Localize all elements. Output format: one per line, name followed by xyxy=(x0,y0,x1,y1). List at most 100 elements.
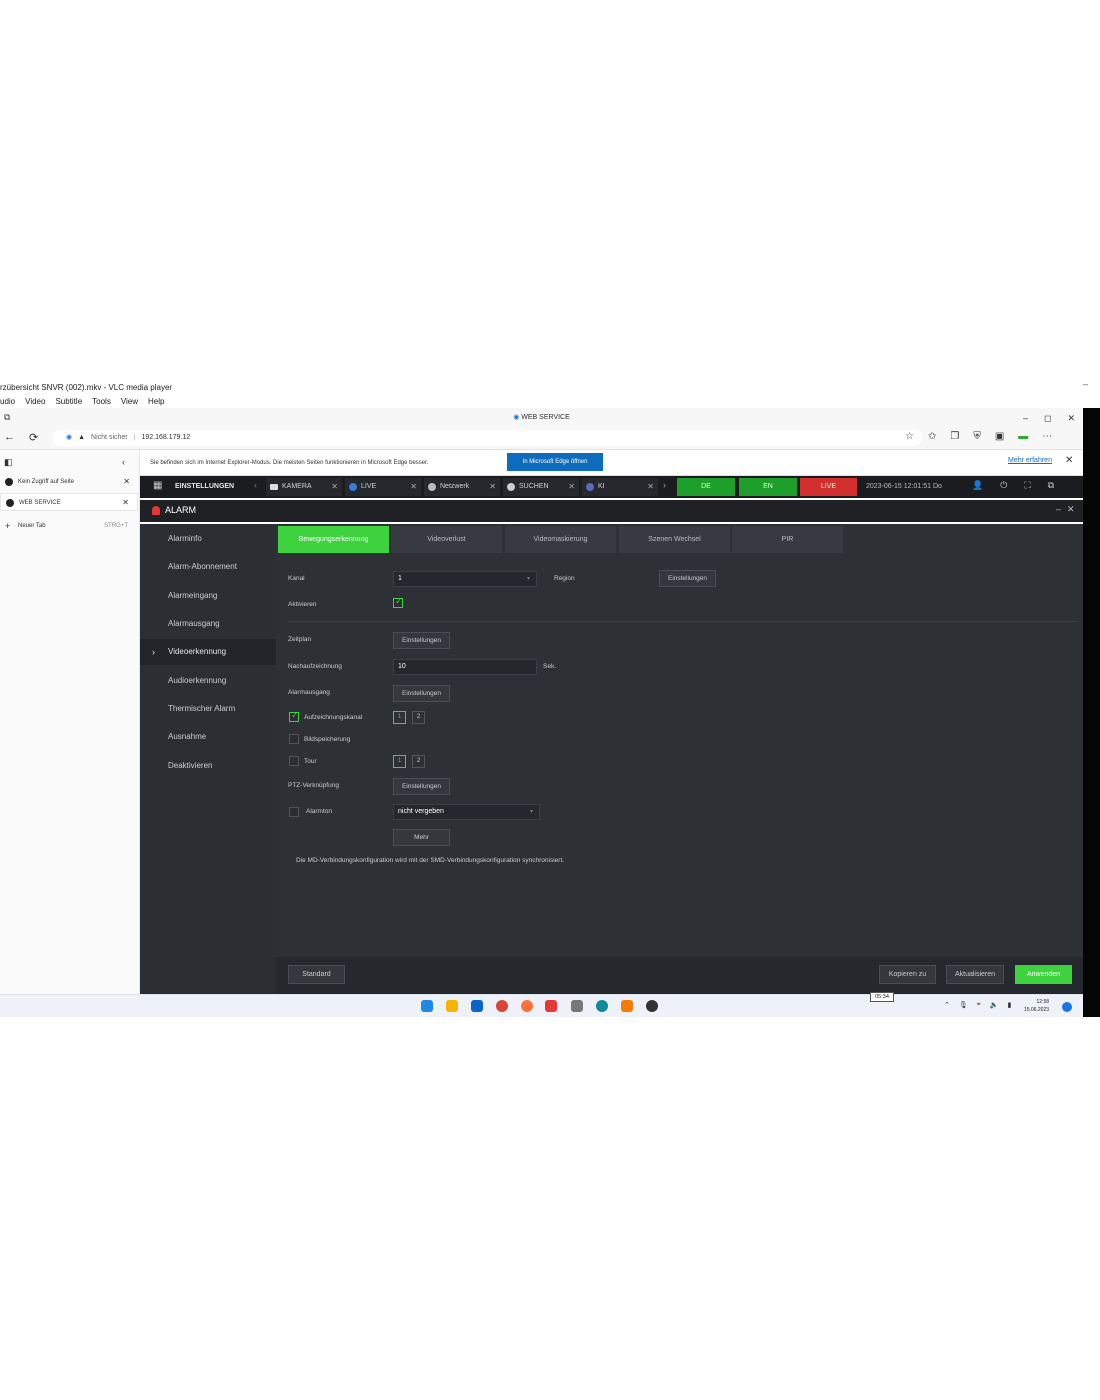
battery-icon[interactable]: ▮ xyxy=(1007,1001,1011,1009)
chevron-up-icon[interactable]: ⌃ xyxy=(944,1001,950,1009)
vlc-menu-video[interactable]: Video xyxy=(25,396,45,408)
subtab-bewegungserkennung[interactable]: Bewegungserkennung xyxy=(278,526,389,553)
alarmausgang-settings-button[interactable]: Einstellungen xyxy=(393,685,450,702)
main-tab-settings[interactable]: EINSTELLUNGEN xyxy=(175,483,234,490)
subtab-szenen-wechsel[interactable]: Szenen Wechsel xyxy=(619,526,730,553)
mehr-button[interactable]: Mehr xyxy=(393,829,450,846)
aufzeichnungskanal-checkbox[interactable] xyxy=(289,710,299,722)
close-icon[interactable]: ✕ xyxy=(410,478,417,496)
close-icon[interactable]: ✕ xyxy=(568,478,575,496)
minimize-icon[interactable]: – xyxy=(1056,504,1061,515)
url-text[interactable]: 192.168.179.12 xyxy=(141,430,190,446)
tab-netzwerk[interactable]: Netzwerk ✕ xyxy=(424,478,500,496)
minimize-button[interactable]: – xyxy=(1023,413,1028,423)
menu-item-alarm-abonnement[interactable]: Alarm-Abonnement xyxy=(140,554,276,580)
aktivieren-checkbox[interactable] xyxy=(393,596,403,608)
favorites-icon[interactable]: ✩ xyxy=(928,431,936,442)
taskbar-clock[interactable]: 12:58 15.06.2023 xyxy=(1024,998,1049,1014)
close-button[interactable]: ✕ xyxy=(1067,413,1075,424)
lang-en-button[interactable]: EN xyxy=(739,478,797,496)
vlc-icon[interactable] xyxy=(621,1000,633,1012)
grid-menu-icon[interactable]: ▦ xyxy=(153,480,162,491)
close-icon[interactable]: ✕ xyxy=(489,478,496,496)
fullscreen-icon[interactable]: ⛶ xyxy=(1024,480,1030,491)
side-tab-web-service[interactable]: WEB SERVICE ✕ xyxy=(0,493,138,511)
edge-icon[interactable] xyxy=(596,1000,608,1012)
close-icon[interactable]: ✕ xyxy=(1067,504,1075,515)
power-icon[interactable]: ⏻ xyxy=(1000,480,1007,491)
vlc-menu-audio[interactable]: udio xyxy=(0,396,15,408)
close-icon[interactable]: ✕ xyxy=(331,478,338,496)
tour-channel-1[interactable]: 1 xyxy=(393,755,406,768)
network-icon[interactable]: ⌖ xyxy=(977,1001,981,1009)
close-icon[interactable]: ✕ xyxy=(1065,455,1073,466)
battery-icon[interactable]: ▬ xyxy=(1018,431,1028,442)
side-tab-no-access[interactable]: Kein Zugriff auf Seite ✕ xyxy=(0,473,138,491)
app-icon[interactable] xyxy=(571,1000,583,1012)
firefox-icon[interactable] xyxy=(521,1000,533,1012)
app-dark-icon[interactable] xyxy=(646,1000,658,1012)
subtab-videoverlust[interactable]: Videoverlust xyxy=(391,526,502,553)
close-icon[interactable]: ✕ xyxy=(123,473,130,491)
vlc-menu-subtitle[interactable]: Subtitle xyxy=(55,396,82,408)
alarmton-select[interactable]: nicht vergeben ▾ xyxy=(393,804,540,820)
menu-item-deaktivieren[interactable]: Deaktivieren xyxy=(140,753,276,779)
tab-ki[interactable]: KI ✕ xyxy=(582,478,658,496)
tabs-next-icon[interactable]: › xyxy=(663,480,666,490)
standard-button[interactable]: Standard xyxy=(288,965,345,984)
tab-live[interactable]: LIVE ✕ xyxy=(345,478,421,496)
menu-item-thermischer-alarm[interactable]: Thermischer Alarm xyxy=(140,696,276,722)
vlc-menu-view[interactable]: View xyxy=(121,396,138,408)
menu-item-alarmeingang[interactable]: Alarmeingang xyxy=(140,583,276,609)
chrome-icon[interactable] xyxy=(496,1000,508,1012)
windows-start-icon[interactable] xyxy=(421,1000,433,1012)
menu-item-ausnahme[interactable]: Ausnahme xyxy=(140,724,276,750)
alarmton-checkbox[interactable] xyxy=(289,807,299,817)
tour-channel-2[interactable]: 2 xyxy=(412,755,425,768)
ptz-settings-button[interactable]: Einstellungen xyxy=(393,778,450,795)
bildspeicherung-checkbox[interactable] xyxy=(289,734,299,744)
close-icon[interactable]: ✕ xyxy=(647,478,654,496)
security-label[interactable]: Nicht sicher xyxy=(91,430,128,446)
maximize-button[interactable]: ◻ xyxy=(1044,413,1051,424)
tab-kamera[interactable]: KAMERA ✕ xyxy=(266,478,342,496)
user-icon[interactable]: 👤 xyxy=(972,480,983,491)
region-settings-button[interactable]: Einstellungen xyxy=(659,570,716,587)
outlook-icon[interactable] xyxy=(471,1000,483,1012)
back-arrow-icon[interactable]: ← xyxy=(4,431,15,444)
notification-icon[interactable] xyxy=(1062,1002,1072,1012)
menu-item-alarmausgang[interactable]: Alarmausgang xyxy=(140,611,276,637)
microphone-icon[interactable]: 🎙 xyxy=(959,1001,968,1009)
acrobat-icon[interactable] xyxy=(545,1000,557,1012)
collapse-chevron-icon[interactable]: ‹ xyxy=(122,457,125,467)
aufzeichnungskanal-channel-2[interactable]: 2 xyxy=(412,711,425,724)
shield-icon[interactable]: ⛨ xyxy=(973,431,981,442)
open-in-edge-button[interactable]: In Microsoft Edge öffnen xyxy=(507,453,603,471)
tabs-prev-icon[interactable]: ‹ xyxy=(254,480,257,490)
tour-checkbox[interactable] xyxy=(289,756,299,766)
speaker-icon[interactable]: 🔈 xyxy=(990,1001,999,1009)
nachaufzeichnung-input[interactable]: 10 xyxy=(393,659,537,675)
favorite-star-icon[interactable]: ☆ xyxy=(905,431,914,442)
copy-to-button[interactable]: Kopieren zu xyxy=(879,965,936,984)
refresh-icon[interactable]: ⟳ xyxy=(29,431,38,444)
learn-more-link[interactable]: Mehr erfahren xyxy=(1008,457,1052,464)
lang-de-button[interactable]: DE xyxy=(677,478,735,496)
kanal-select[interactable]: 1 ▾ xyxy=(393,571,537,587)
aufzeichnungskanal-channel-1[interactable]: 1 xyxy=(393,711,406,724)
vlc-menu-help[interactable]: Help xyxy=(148,396,164,408)
zeitplan-settings-button[interactable]: Einstellungen xyxy=(393,632,450,649)
ie-mode-icon[interactable]: ◉ xyxy=(66,430,72,446)
file-explorer-icon[interactable] xyxy=(446,1000,458,1012)
vlc-minimize-button[interactable]: – xyxy=(1083,379,1088,389)
apply-button[interactable]: Anwenden xyxy=(1015,965,1072,984)
menu-item-videoerkennung[interactable]: › Videoerkennung xyxy=(140,639,276,665)
vlc-menu-tools[interactable]: Tools xyxy=(92,396,111,408)
close-icon[interactable]: ✕ xyxy=(122,494,129,512)
address-bar[interactable]: ◉ ▲ Nicht sicher | 192.168.179.12 xyxy=(52,430,922,446)
subtab-pir[interactable]: PIR xyxy=(732,526,843,553)
menu-item-alarminfo[interactable]: Alarminfo xyxy=(140,526,276,552)
subtab-videomaskierung[interactable]: Videomaskierung xyxy=(505,526,616,553)
collections-icon[interactable]: ❐ xyxy=(950,431,959,442)
extension-icon[interactable]: ▣ xyxy=(995,431,1004,442)
